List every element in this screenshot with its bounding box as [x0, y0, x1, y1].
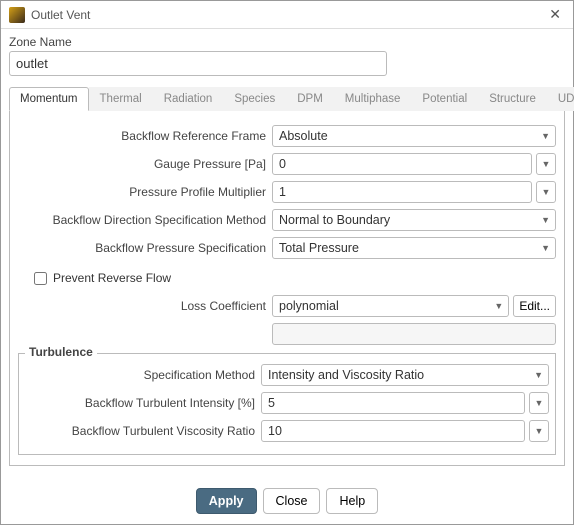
loss-coeff-label: Loss Coefficient — [18, 299, 272, 313]
close-icon[interactable]: ✕ — [545, 6, 565, 23]
zone-name-input[interactable] — [9, 51, 387, 76]
tab-dpm[interactable]: DPM — [286, 87, 334, 111]
tab-thermal[interactable]: Thermal — [89, 87, 153, 111]
pressure-profile-mult-label: Pressure Profile Multiplier — [18, 185, 272, 199]
turb-spec-method-select[interactable]: Intensity and Viscosity Ratio ▼ — [261, 364, 549, 386]
apply-button[interactable]: Apply — [196, 488, 257, 514]
turb-intensity-dropdown[interactable]: ▼ — [529, 392, 549, 414]
turb-spec-method-label: Specification Method — [25, 368, 261, 382]
tab-radiation[interactable]: Radiation — [153, 87, 224, 111]
gauge-pressure-dropdown[interactable]: ▼ — [536, 153, 556, 175]
turb-visc-ratio-label: Backflow Turbulent Viscosity Ratio — [25, 424, 261, 438]
turb-intensity-input[interactable] — [261, 392, 525, 414]
loss-coeff-select[interactable]: polynomial ▼ — [272, 295, 509, 317]
tab-uds[interactable]: UDS — [547, 87, 574, 111]
app-icon — [9, 7, 25, 23]
turb-visc-ratio-dropdown[interactable]: ▼ — [529, 420, 549, 442]
backflow-dir-method-select[interactable]: Normal to Boundary ▼ — [272, 209, 556, 231]
help-button[interactable]: Help — [326, 488, 378, 514]
pressure-profile-mult-input[interactable] — [272, 181, 532, 203]
close-button[interactable]: Close — [263, 488, 321, 514]
pressure-profile-mult-dropdown[interactable]: ▼ — [536, 181, 556, 203]
backflow-dir-method-label: Backflow Direction Specification Method — [18, 213, 272, 227]
turbulence-legend: Turbulence — [25, 345, 97, 359]
turbulence-group: Turbulence Specification Method Intensit… — [18, 353, 556, 455]
dialog-footer: Apply Close Help — [1, 488, 573, 514]
backflow-press-spec-label: Backflow Pressure Specification — [18, 241, 272, 255]
backflow-ref-frame-select[interactable]: Absolute ▼ — [272, 125, 556, 147]
loss-coeff-edit-button[interactable]: Edit... — [513, 295, 556, 317]
tab-bar: Momentum Thermal Radiation Species DPM M… — [9, 86, 565, 111]
tab-momentum[interactable]: Momentum — [9, 87, 89, 111]
tab-multiphase[interactable]: Multiphase — [334, 87, 412, 111]
prevent-reverse-checkbox[interactable] — [34, 272, 47, 285]
zone-name-label: Zone Name — [9, 35, 565, 49]
gauge-pressure-input[interactable] — [272, 153, 532, 175]
tab-structure[interactable]: Structure — [478, 87, 547, 111]
turb-visc-ratio-input[interactable] — [261, 420, 525, 442]
tab-potential[interactable]: Potential — [411, 87, 478, 111]
backflow-press-spec-select[interactable]: Total Pressure ▼ — [272, 237, 556, 259]
backflow-ref-frame-label: Backflow Reference Frame — [18, 129, 272, 143]
titlebar: Outlet Vent ✕ — [1, 1, 573, 29]
tab-panel-momentum: Backflow Reference Frame Absolute ▼ Gaug… — [9, 111, 565, 466]
tab-species[interactable]: Species — [223, 87, 286, 111]
prevent-reverse-label: Prevent Reverse Flow — [53, 271, 171, 285]
window-title: Outlet Vent — [31, 8, 545, 22]
turb-intensity-label: Backflow Turbulent Intensity [%] — [25, 396, 261, 410]
loss-coeff-display — [272, 323, 556, 345]
gauge-pressure-label: Gauge Pressure [Pa] — [18, 157, 272, 171]
